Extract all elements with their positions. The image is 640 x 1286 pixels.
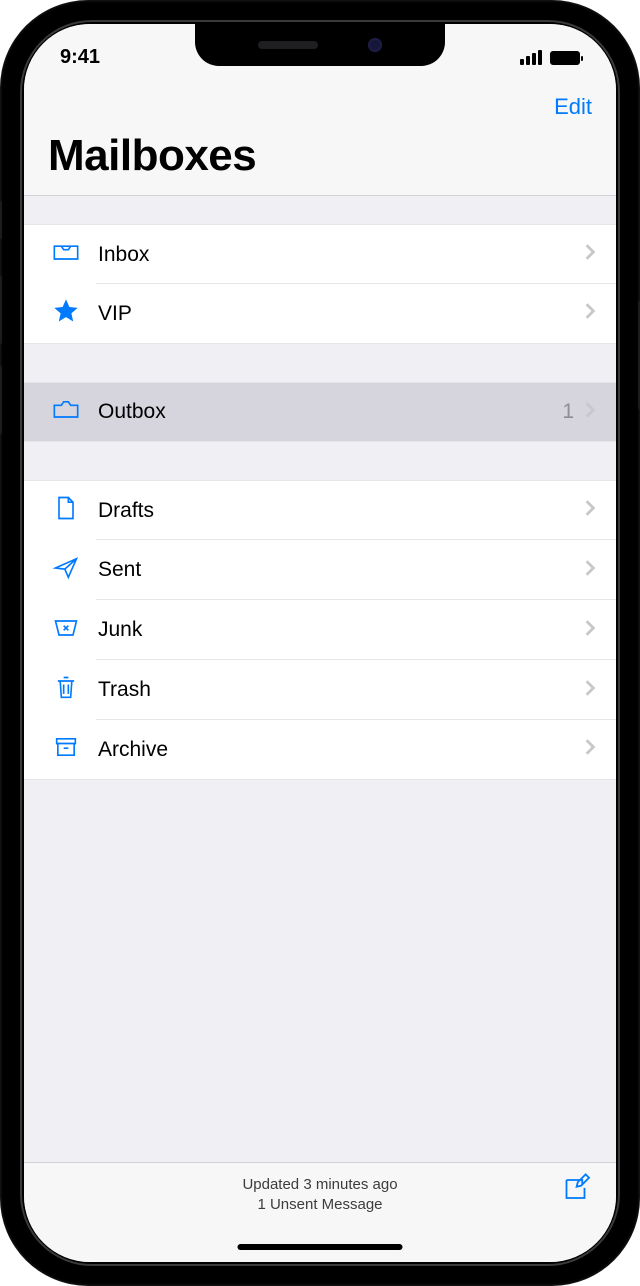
inbox-icon: [52, 238, 80, 271]
status-unsent: 1 Unsent Message: [78, 1195, 562, 1215]
paper-plane-icon: [52, 554, 80, 587]
chevron-right-icon: [584, 679, 596, 702]
navigation-bar: Edit Mailboxes: [24, 79, 616, 196]
archive-icon: [52, 733, 80, 766]
mailbox-row-outbox[interactable]: Outbox 1: [24, 382, 616, 442]
home-indicator: [238, 1244, 403, 1250]
chevron-right-icon: [584, 559, 596, 582]
mailbox-row-vip[interactable]: VIP: [24, 284, 616, 344]
document-icon: [52, 494, 80, 527]
volume-down-button: [0, 365, 2, 435]
battery-icon: [550, 51, 580, 65]
mailbox-row-junk[interactable]: Junk: [24, 600, 616, 660]
status-time: 9:41: [60, 46, 100, 69]
screen: 9:41 Edit Mailboxes: [24, 24, 616, 1262]
mailbox-label: Junk: [84, 618, 584, 642]
mailbox-row-drafts[interactable]: Drafts: [24, 480, 616, 540]
mailbox-row-sent[interactable]: Sent: [24, 540, 616, 600]
mailbox-label: VIP: [84, 302, 584, 326]
mailbox-row-archive[interactable]: Archive: [24, 720, 616, 780]
cellular-signal-icon: [520, 50, 542, 65]
chevron-right-icon: [584, 619, 596, 642]
chevron-right-icon: [584, 302, 596, 325]
mailbox-group-main: Inbox VIP: [24, 224, 616, 344]
mailbox-label: Drafts: [84, 499, 584, 523]
status-updated: Updated 3 minutes ago: [78, 1175, 562, 1195]
junk-icon: [52, 614, 80, 647]
mailbox-group-outbox: Outbox 1: [24, 382, 616, 442]
chevron-right-icon: [584, 499, 596, 522]
mailbox-row-inbox[interactable]: Inbox: [24, 224, 616, 284]
trash-icon: [52, 674, 80, 707]
toolbar-status: Updated 3 minutes ago 1 Unsent Message: [78, 1173, 562, 1216]
mute-switch: [0, 200, 2, 240]
notch: [195, 24, 445, 66]
star-icon: [52, 297, 80, 330]
mailbox-label: Sent: [84, 558, 584, 582]
compose-button[interactable]: [562, 1173, 592, 1208]
volume-up-button: [0, 275, 2, 345]
toolbar: Updated 3 minutes ago 1 Unsent Message: [24, 1162, 616, 1262]
chevron-right-icon: [584, 243, 596, 266]
device-frame: 9:41 Edit Mailboxes: [0, 0, 640, 1286]
outbox-icon: [52, 396, 80, 429]
mailbox-group-folders: Drafts Sent Junk: [24, 480, 616, 780]
mailbox-label: Inbox: [84, 243, 584, 267]
mailbox-label: Outbox: [84, 400, 562, 424]
mailbox-count: 1: [562, 400, 584, 424]
speaker-grille: [258, 41, 318, 49]
page-title: Mailboxes: [48, 131, 592, 181]
front-camera: [368, 38, 382, 52]
mailbox-row-trash[interactable]: Trash: [24, 660, 616, 720]
mailbox-list: Inbox VIP: [24, 196, 616, 1162]
mailbox-label: Trash: [84, 678, 584, 702]
chevron-right-icon: [584, 401, 596, 424]
mailbox-label: Archive: [84, 738, 584, 762]
chevron-right-icon: [584, 738, 596, 761]
edit-button[interactable]: Edit: [554, 94, 592, 120]
